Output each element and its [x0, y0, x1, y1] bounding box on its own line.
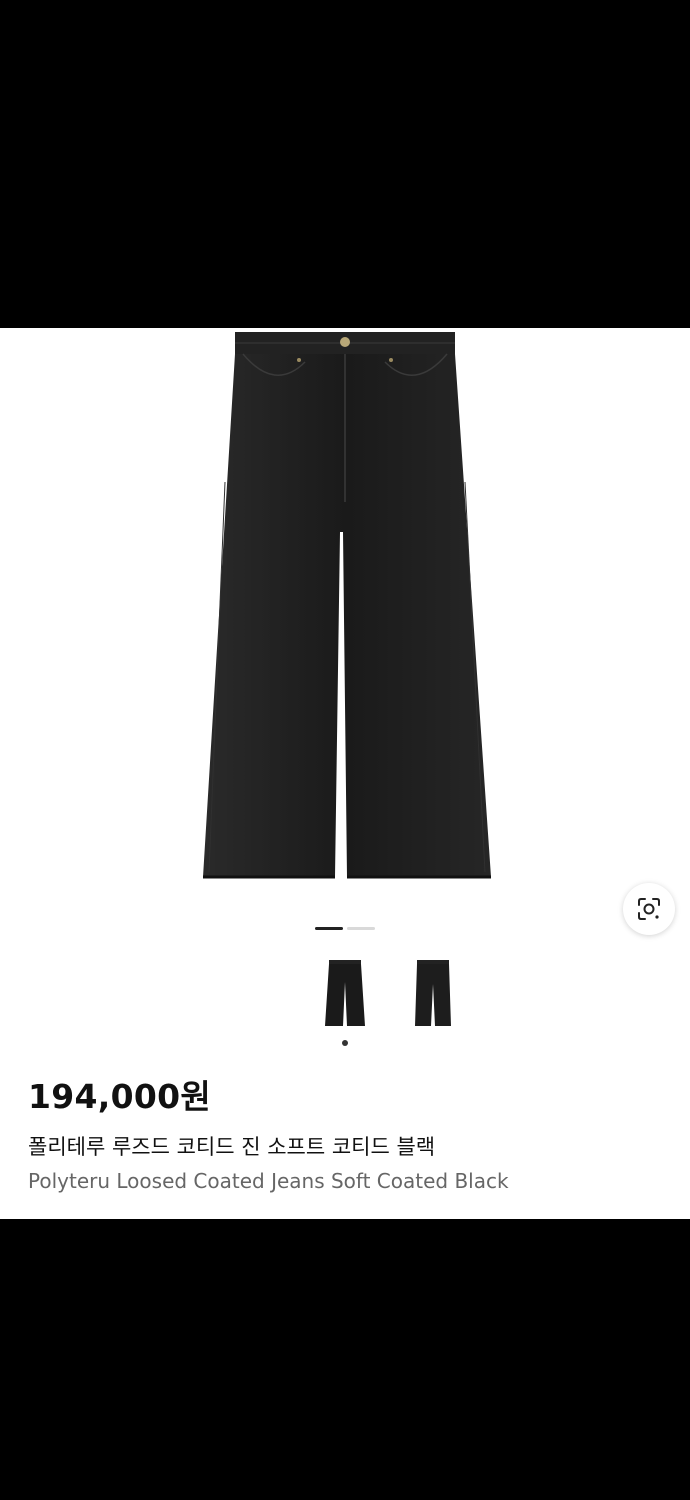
product-main-image[interactable] — [195, 332, 495, 882]
thumbnail-front[interactable] — [325, 958, 365, 1028]
visual-search-button[interactable] — [623, 883, 675, 935]
pager-segment[interactable] — [347, 927, 375, 930]
visual-search-icon — [638, 898, 660, 920]
product-price: 194,000원 — [28, 1077, 212, 1116]
thumbnail-back[interactable] — [413, 958, 453, 1028]
thumbnail-selected-indicator — [342, 1040, 348, 1046]
pager-segment-active[interactable] — [315, 927, 343, 930]
product-name-english: Polyteru Loosed Coated Jeans Soft Coated… — [28, 1169, 509, 1193]
product-name-korean: 폴리테루 루즈드 코티드 진 소프트 코티드 블랙 — [28, 1135, 436, 1159]
product-card: 194,000원 폴리테루 루즈드 코티드 진 소프트 코티드 블랙 Polyt… — [0, 328, 690, 1219]
image-pager — [315, 927, 375, 930]
